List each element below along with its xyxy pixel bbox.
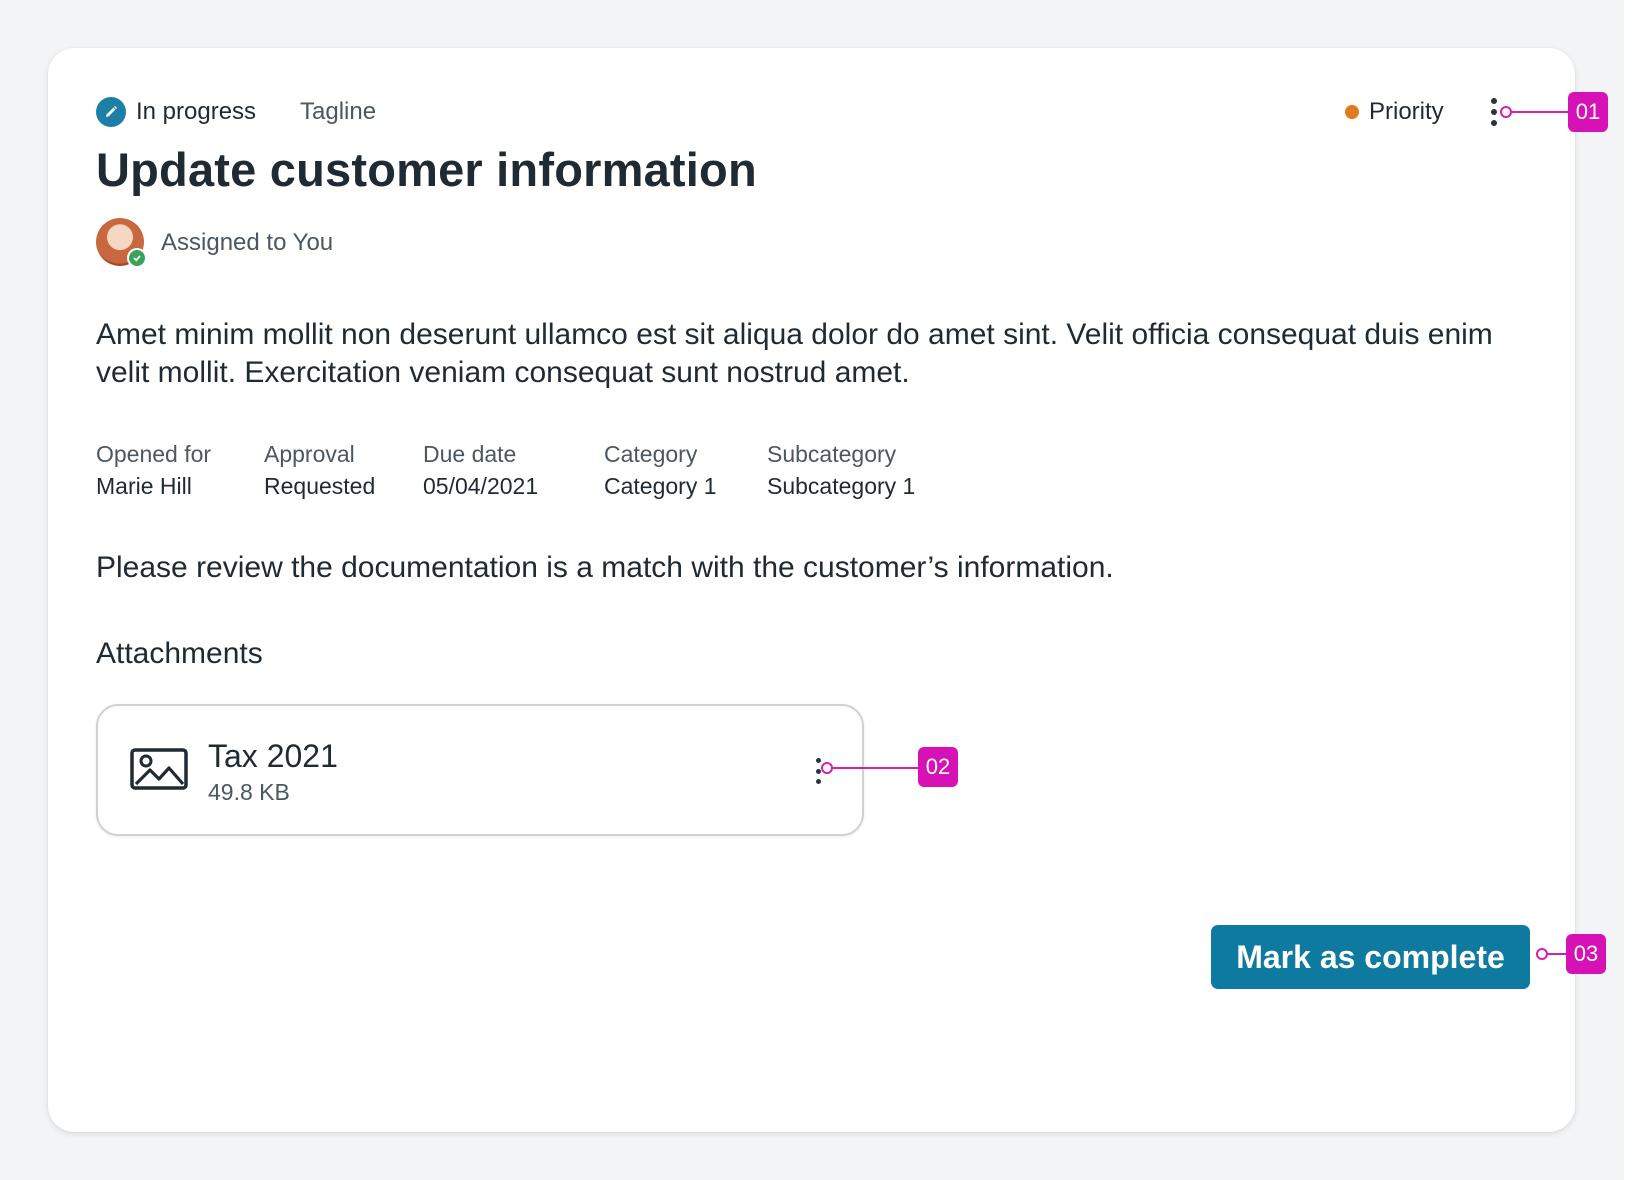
avatar [96,218,147,268]
attachment-name: Tax 2021 [208,738,338,774]
callout-connector-dot [821,762,833,774]
field-approval: Approval Requested [264,438,375,502]
field-value: Subcategory 1 [767,473,916,499]
callout-connector-line [1548,953,1568,955]
pencil-icon [96,97,126,127]
field-value: Requested [264,473,376,499]
field-due-date: Due date 05/04/2021 [423,438,538,502]
task-description: Amet minim mollit non deserunt ullamco e… [96,318,1493,389]
callout-connector-dot [1536,948,1548,960]
priority-indicator: Priority [1345,94,1444,130]
callout-connector-line [833,767,921,769]
presence-check-icon [127,248,147,268]
right-edge-strip [1624,0,1644,1180]
tagline: Tagline [300,98,377,125]
priority-dot-icon [1345,105,1359,119]
callout-badge-01: 01 [1568,92,1608,132]
image-icon [130,748,188,795]
field-subcategory: Subcategory Subcategory 1 [767,438,915,502]
field-opened-for: Opened for Marie Hill [96,438,211,502]
status-label: In progress [136,98,257,125]
more-options-icon[interactable] [1487,98,1501,126]
callout-badge-03: 03 [1566,934,1606,974]
field-label: Due date [423,441,517,467]
field-category: Category Category 1 [604,438,717,502]
field-value: Marie Hill [96,473,192,499]
callout-connector-line [1512,111,1568,113]
review-note: Please review the documentation is a mat… [96,551,1114,584]
attachments-heading: Attachments [96,637,263,670]
assignee-label: Assigned to You [161,229,334,256]
attachment-size: 49.8 KB [208,779,290,805]
field-label: Subcategory [767,441,897,467]
callout-connector-dot [1500,106,1512,118]
field-label: Opened for [96,441,212,467]
callout-badge-02: 02 [918,747,958,787]
field-label: Category [604,441,698,467]
field-label: Approval [264,441,355,467]
priority-label: Priority [1369,98,1444,125]
mark-complete-button[interactable]: Mark as complete [1211,925,1530,989]
field-value: Category 1 [604,473,717,499]
field-value: 05/04/2021 [423,473,539,499]
status-indicator: In progress [96,94,256,130]
page-title: Update customer information [96,143,757,196]
